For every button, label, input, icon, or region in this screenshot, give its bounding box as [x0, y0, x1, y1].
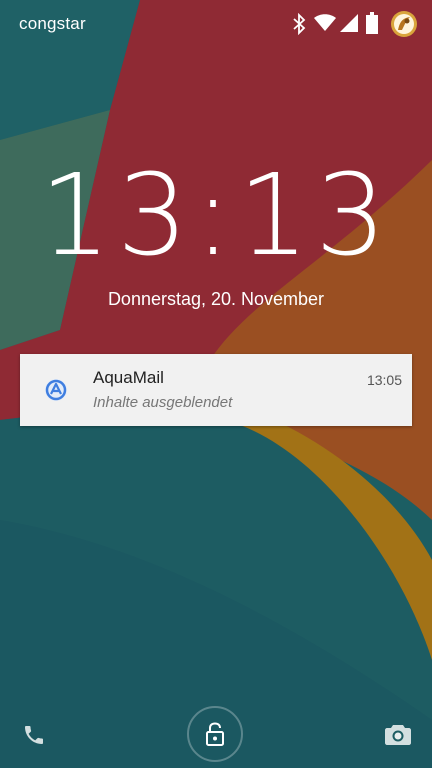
carrier-label: congstar [19, 14, 86, 33]
aquamail-icon [45, 379, 67, 401]
lock-icon [206, 722, 224, 746]
status-icons [290, 10, 420, 38]
avatar[interactable] [390, 10, 418, 38]
notification-app-name: AquaMail [93, 368, 164, 387]
phone-icon[interactable] [22, 723, 46, 747]
status-bar: congstar [0, 0, 432, 48]
notification-text: Inhalte ausgeblendet [93, 394, 233, 411]
camera-icon[interactable] [385, 722, 411, 746]
bluetooth-icon [293, 13, 306, 35]
lockscreen-date: Donnerstag, 20. November [107, 289, 325, 309]
notification-time: 13:05 [366, 372, 402, 388]
notification-card[interactable]: AquaMail 13:05 Inhalte ausgeblendet [20, 354, 412, 426]
lockscreen-clock: 13:13 [39, 151, 393, 281]
wifi-icon [314, 14, 336, 31]
battery-icon [366, 12, 378, 34]
cell-signal-icon [340, 14, 358, 32]
